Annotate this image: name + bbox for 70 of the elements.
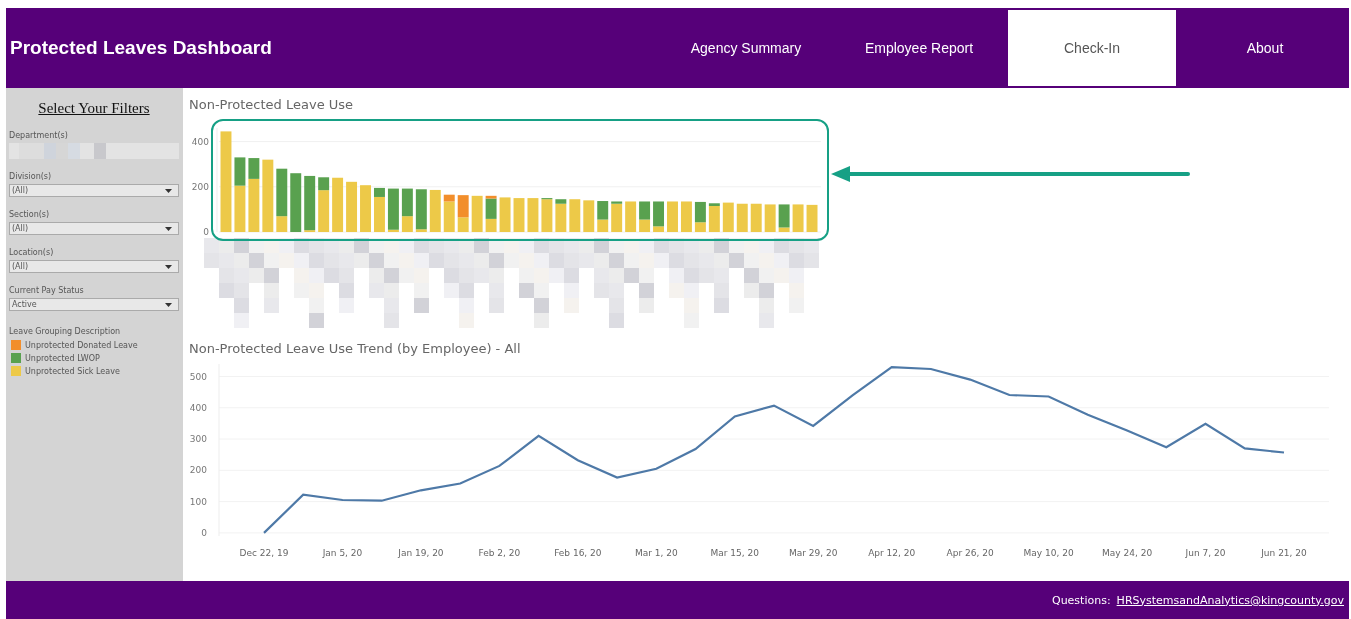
chart-title: Non-Protected Leave Use Trend (by Employee) - All bbox=[189, 341, 522, 356]
axis-tick-label: Feb 16, 20 bbox=[554, 548, 602, 558]
dropdown-caret-icon bbox=[165, 226, 172, 231]
bar-segment bbox=[583, 200, 595, 232]
bar-segment bbox=[750, 203, 762, 232]
axis-tick-label: Dec 22, 19 bbox=[239, 548, 289, 558]
bar-segment bbox=[736, 203, 748, 232]
dropdown-caret-icon bbox=[165, 188, 172, 193]
nav-tab[interactable]: About bbox=[1181, 10, 1349, 86]
filter-label: Location(s) bbox=[9, 248, 55, 257]
bar-segment bbox=[806, 204, 818, 232]
axis-tick-label: Jun 7, 20 bbox=[1185, 548, 1226, 558]
axis-tick-label: Jun 21, 20 bbox=[1261, 548, 1307, 558]
bar-segment bbox=[499, 197, 511, 232]
axis-tick-label: 100 bbox=[189, 496, 207, 507]
axis-tick-label: 200 bbox=[189, 465, 207, 476]
filter-label: Division(s) bbox=[9, 172, 53, 181]
axis-tick-label: Apr 26, 20 bbox=[946, 548, 994, 558]
axis-tick-label: 200 bbox=[191, 181, 209, 192]
dropdown-caret-icon bbox=[165, 264, 172, 269]
bar-segment bbox=[764, 204, 776, 232]
legend-label: Unprotected Sick Leave bbox=[25, 366, 120, 376]
axis-tick-label: May 24, 20 bbox=[1102, 548, 1153, 558]
bar-segment bbox=[429, 189, 441, 232]
filter-label: Section(s) bbox=[9, 210, 51, 219]
filter-label: Current Pay Status bbox=[9, 286, 85, 295]
filter-dropdown[interactable]: (All) bbox=[9, 184, 179, 197]
bar-segment bbox=[471, 195, 483, 232]
axis-tick-label: 0 bbox=[203, 227, 209, 237]
dropdown-caret-icon bbox=[165, 302, 172, 307]
sidebar-heading: Select Your Filters bbox=[38, 100, 150, 117]
axis-tick-label: 400 bbox=[191, 136, 209, 147]
legend-title: Leave Grouping Description bbox=[9, 327, 122, 336]
chart-title: Non-Protected Leave Use bbox=[189, 97, 355, 112]
nav-tab[interactable]: Employee Report bbox=[835, 10, 1003, 86]
bar-segment bbox=[625, 201, 637, 232]
bar-segment bbox=[346, 181, 358, 232]
email-link[interactable]: HRSystemsandAnalytics@kingcounty.gov bbox=[1116, 593, 1344, 607]
axis-tick-label: 500 bbox=[189, 371, 207, 382]
axis-tick-label: 400 bbox=[189, 402, 207, 413]
legend-label: Unprotected LWOP bbox=[25, 353, 100, 363]
axis-tick-label: 0 bbox=[201, 527, 207, 538]
bar-segment bbox=[290, 173, 302, 232]
bar-segment bbox=[360, 185, 371, 232]
footer-label: Questions: bbox=[1051, 593, 1111, 607]
bar-segment bbox=[527, 198, 539, 232]
bar-segment bbox=[722, 202, 734, 232]
axis-tick-label: Jan 19, 20 bbox=[398, 548, 444, 558]
axis-tick-label: Jan 5, 20 bbox=[322, 548, 363, 558]
legend-label: Unprotected Donated Leave bbox=[25, 340, 138, 350]
nav-tab[interactable]: Agency Summary bbox=[662, 10, 830, 86]
axis-tick-label: Mar 15, 20 bbox=[710, 548, 759, 558]
nav-tab[interactable]: Check-In bbox=[1008, 10, 1176, 86]
filter-dropdown[interactable]: (All) bbox=[9, 260, 179, 273]
axis-tick-label: May 10, 20 bbox=[1023, 548, 1074, 558]
filter-dropdown[interactable]: Active bbox=[9, 298, 179, 311]
axis-tick-label: Mar 1, 20 bbox=[634, 548, 678, 558]
axis-tick-label: 300 bbox=[189, 434, 207, 445]
bar-segment bbox=[680, 201, 692, 232]
dashboard-title: Protected Leaves Dashboard bbox=[9, 37, 272, 59]
axis-tick-label: Mar 29, 20 bbox=[789, 548, 838, 558]
bar-segment bbox=[513, 198, 525, 232]
filter-label: Department(s) bbox=[9, 131, 69, 140]
bar-segment bbox=[569, 199, 581, 232]
bar-segment bbox=[667, 201, 678, 232]
bar-segment bbox=[332, 177, 344, 232]
axis-tick-label: Apr 12, 20 bbox=[868, 548, 916, 558]
axis-tick-label: Feb 2, 20 bbox=[478, 548, 521, 558]
bar-segment bbox=[792, 204, 804, 232]
filter-dropdown[interactable]: (All) bbox=[9, 222, 179, 235]
